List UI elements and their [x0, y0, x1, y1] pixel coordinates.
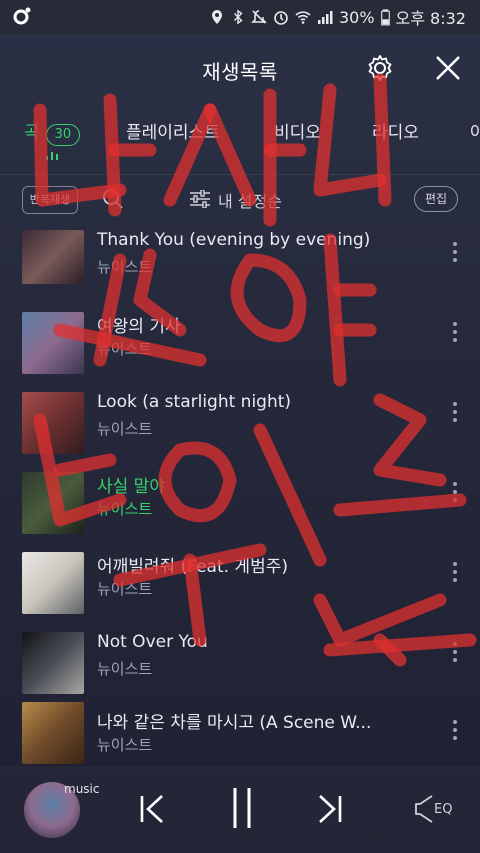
music-badge: music — [64, 782, 100, 796]
page-title: 재생목록 — [202, 60, 278, 84]
repeat-button[interactable]: 반복재생 — [22, 186, 78, 214]
album-art — [22, 472, 84, 534]
song-artist: 뉴이스트 — [97, 500, 153, 518]
more-options-icon[interactable] — [450, 642, 460, 666]
tab-more-truncated[interactable]: 아 — [470, 118, 480, 143]
album-art — [22, 552, 84, 614]
list-toolbar: 반복재생 내 설정순 편집 — [0, 180, 480, 220]
song-row[interactable]: Thank You (evening by evening) 뉴이스트 — [0, 230, 480, 310]
album-art — [22, 230, 84, 284]
next-track-icon[interactable] — [314, 792, 346, 826]
song-artist: 뉴이스트 — [97, 580, 153, 598]
search-icon[interactable] — [102, 188, 124, 210]
tab-songs[interactable]: 곡 30 — [24, 118, 81, 146]
song-title: Look (a starlight night) — [97, 392, 292, 412]
divider — [0, 174, 480, 175]
clock: 오후 8:32 — [395, 9, 466, 28]
close-icon[interactable] — [434, 54, 462, 82]
bluetooth-icon — [233, 9, 243, 25]
song-title: 나와 같은 차를 마시고 (A Scene W... — [97, 713, 372, 733]
album-art — [22, 702, 84, 764]
tab-playlist[interactable]: 플레이리스트 — [126, 118, 220, 143]
tab-video[interactable]: 비디오 — [274, 118, 321, 143]
location-icon — [211, 10, 222, 24]
song-title: 사실 말야 — [97, 477, 165, 497]
tab-label: 곡 — [24, 123, 40, 143]
more-options-icon[interactable] — [450, 720, 460, 744]
tab-bar: 곡 30 플레이리스트 비디오 라디오 아 — [0, 110, 480, 154]
equalizer-speaker-icon[interactable] — [414, 794, 434, 824]
more-options-icon[interactable] — [450, 242, 460, 266]
sort-label[interactable]: 내 설정순 — [218, 188, 282, 212]
song-row[interactable]: 어깨빌려줘 (Feat. 게범주) 뉴이스트 — [0, 550, 480, 630]
edit-button[interactable]: 편집 — [414, 186, 458, 212]
song-row[interactable]: Look (a starlight night) 뉴이스트 — [0, 390, 480, 470]
song-title: Not Over You — [97, 632, 208, 652]
wifi-icon — [295, 11, 311, 24]
settings-gear-icon[interactable] — [366, 54, 394, 82]
song-artist: 뉴이스트 — [97, 340, 153, 358]
song-artist: 뉴이스트 — [97, 660, 153, 678]
song-row[interactable]: Not Over You 뉴이스트 — [0, 630, 480, 710]
battery-percent: 30% — [338, 7, 375, 27]
song-artist: 뉴이스트 — [97, 736, 153, 754]
tab-radio[interactable]: 라디오 — [372, 118, 419, 143]
eq-label[interactable]: EQ — [434, 802, 452, 817]
mute-icon — [251, 10, 267, 24]
album-art — [22, 632, 84, 694]
status-bar: 30% 오후 8:32 — [0, 0, 480, 34]
battery-icon — [380, 8, 390, 25]
song-artist: 뉴이스트 — [97, 258, 153, 276]
more-options-icon[interactable] — [450, 402, 460, 426]
song-row[interactable]: 여왕의 기사 뉴이스트 — [0, 310, 480, 390]
song-title: 여왕의 기사 — [97, 317, 181, 337]
signal-icon — [317, 11, 333, 24]
more-options-icon[interactable] — [450, 482, 460, 506]
header: 재생목록 — [0, 34, 480, 98]
app-logo-icon — [13, 7, 31, 25]
mini-player: music EQ — [0, 766, 480, 853]
song-row-now-playing[interactable]: 사실 말야 뉴이스트 — [0, 470, 480, 550]
album-art — [22, 312, 84, 374]
more-options-icon[interactable] — [450, 322, 460, 346]
song-count-badge: 30 — [45, 124, 81, 146]
pause-icon[interactable] — [228, 786, 256, 830]
song-title: 어깨빌려줘 (Feat. 게범주) — [97, 557, 288, 577]
previous-track-icon[interactable] — [136, 792, 168, 826]
alarm-icon — [274, 11, 288, 25]
more-options-icon[interactable] — [450, 562, 460, 586]
song-artist: 뉴이스트 — [97, 420, 153, 438]
album-art — [22, 392, 84, 454]
sort-sliders-icon[interactable] — [190, 190, 210, 208]
now-playing-indicator-icon — [46, 150, 60, 160]
song-title: Thank You (evening by evening) — [97, 230, 371, 250]
